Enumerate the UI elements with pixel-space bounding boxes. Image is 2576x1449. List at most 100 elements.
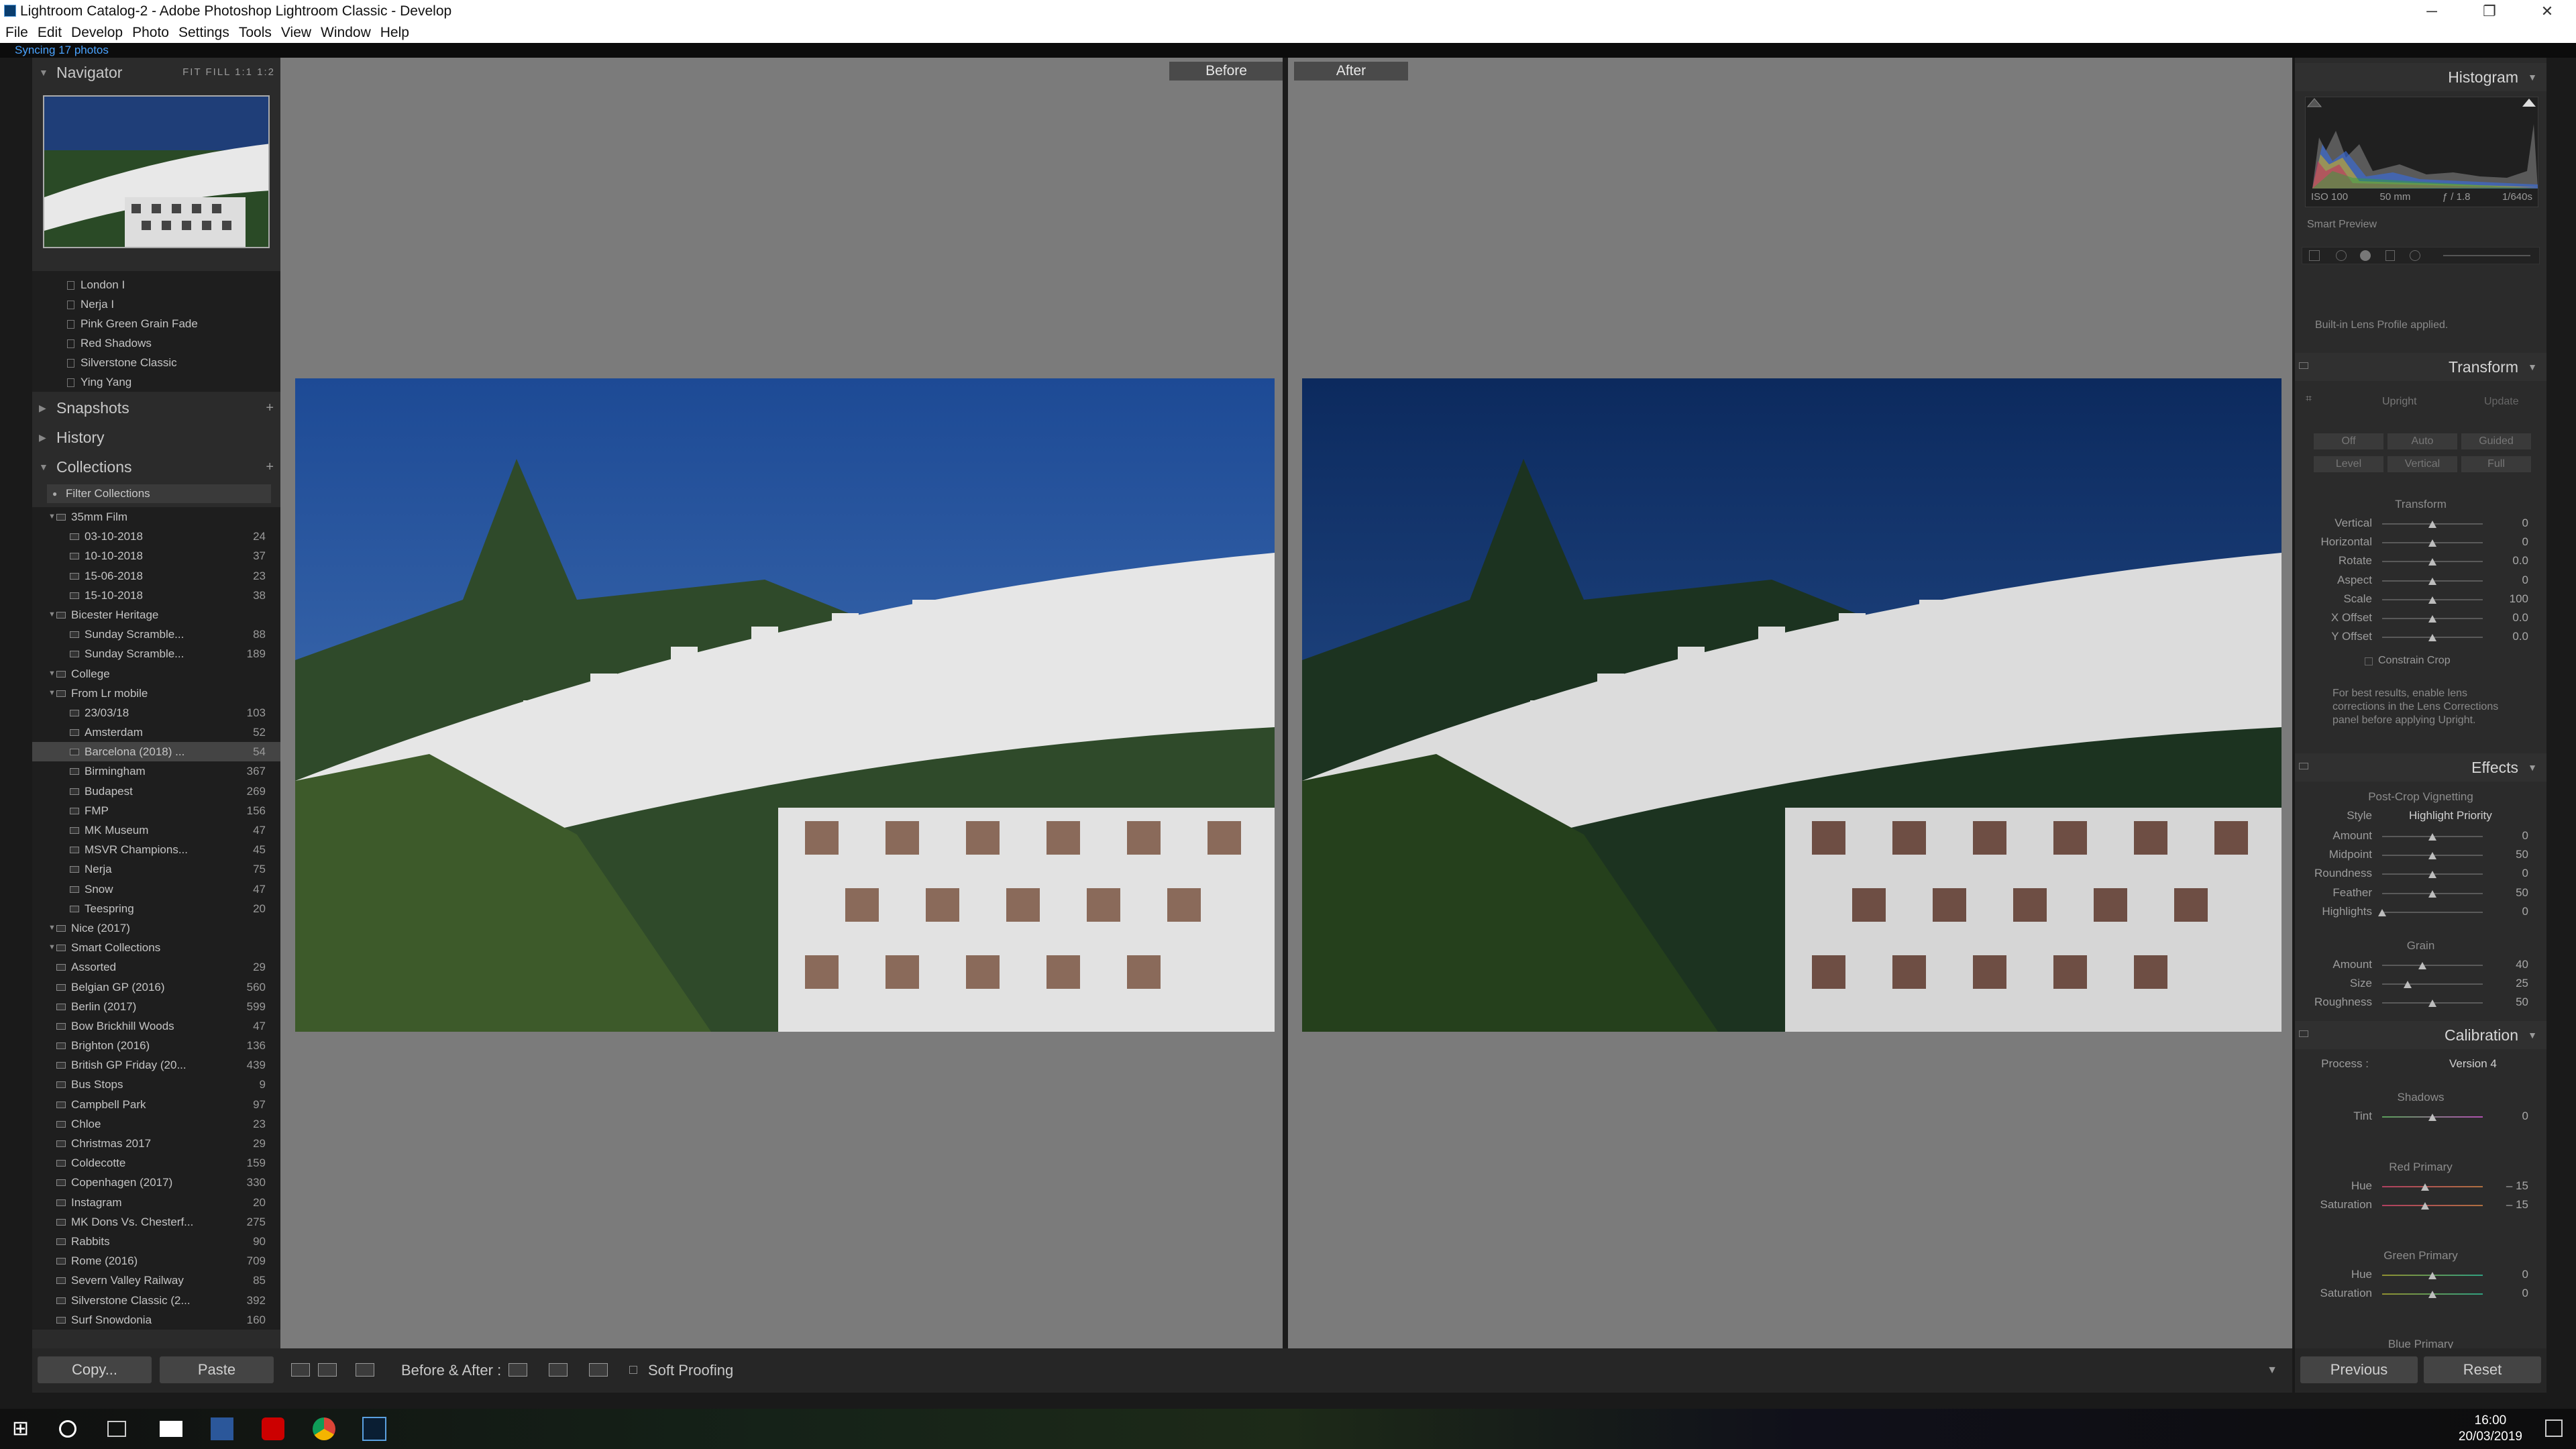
collections-header[interactable]: ▼ Collections +: [32, 452, 280, 482]
slider-knob[interactable]: [2428, 1114, 2436, 1121]
collection-row[interactable]: 15-06-2018 23: [32, 566, 280, 586]
collection-row[interactable]: Snow 47: [32, 879, 280, 899]
before-after-view-icon[interactable]: [356, 1363, 374, 1377]
paste-button[interactable]: Paste: [160, 1356, 274, 1383]
collection-row[interactable]: Budapest 269: [32, 782, 280, 801]
slider-knob[interactable]: [2428, 615, 2436, 623]
transform-header[interactable]: Transform ▼: [2295, 353, 2546, 381]
collection-row[interactable]: Rabbits 90: [32, 1232, 280, 1251]
reset-button[interactable]: Reset: [2424, 1356, 2541, 1383]
preset-item[interactable]: Pink Green Grain Fade: [32, 314, 280, 333]
upright-level-button[interactable]: Level: [2314, 456, 2383, 472]
vignette-style-select[interactable]: Highlight Priority: [2409, 809, 2492, 822]
start-icon[interactable]: ⊞: [12, 1415, 39, 1442]
slider-knob[interactable]: [2428, 1272, 2436, 1279]
previous-button[interactable]: Previous: [2300, 1356, 2418, 1383]
slider-value[interactable]: 0.0: [2496, 554, 2528, 568]
maximize-icon[interactable]: ❐: [2461, 0, 2518, 23]
soft-proofing-checkbox[interactable]: [629, 1366, 637, 1374]
slider-value[interactable]: – 15: [2496, 1198, 2528, 1212]
slider-track[interactable]: [2382, 1205, 2483, 1206]
slider-value[interactable]: 0: [2496, 535, 2528, 549]
menu-view[interactable]: View: [281, 23, 311, 43]
after-photo[interactable]: [1302, 378, 2282, 1032]
mail-icon[interactable]: [160, 1421, 182, 1437]
slider-knob[interactable]: [2378, 908, 2386, 916]
collection-row[interactable]: Campbell Park 97: [32, 1095, 280, 1114]
effects-header[interactable]: Effects ▼: [2295, 753, 2546, 782]
collection-row[interactable]: ▼ Smart Collections: [32, 938, 280, 957]
upright-guided-button[interactable]: Guided: [2461, 433, 2531, 449]
before-photo[interactable]: [295, 378, 1275, 1032]
collection-row[interactable]: 23/03/18 103: [32, 703, 280, 722]
menu-window[interactable]: Window: [321, 23, 371, 43]
slider-value[interactable]: – 15: [2496, 1179, 2528, 1193]
collection-row[interactable]: Assorted 29: [32, 957, 280, 977]
navigator-preview[interactable]: [43, 95, 270, 248]
collection-row[interactable]: Sunday Scramble... 88: [32, 625, 280, 644]
slider-knob[interactable]: [2420, 1183, 2429, 1191]
radial-filter-icon[interactable]: [2410, 250, 2420, 261]
slider-value[interactable]: 40: [2496, 958, 2528, 971]
constrain-crop-checkbox[interactable]: [2365, 657, 2373, 665]
slider-value[interactable]: 0: [2496, 829, 2528, 843]
slider-knob[interactable]: [2428, 833, 2436, 841]
copy-after-to-before-icon[interactable]: [549, 1363, 568, 1377]
navigator-zoom-options[interactable]: FIT FILL 1:1 1:2: [182, 58, 275, 87]
slider-knob[interactable]: [2403, 981, 2412, 988]
collection-row[interactable]: Chloe 23: [32, 1114, 280, 1134]
upright-off-button[interactable]: Off: [2314, 433, 2383, 449]
slider-value[interactable]: 25: [2496, 977, 2528, 990]
collection-row[interactable]: ▼ Nice (2017): [32, 918, 280, 938]
collection-row[interactable]: ▼ From Lr mobile: [32, 684, 280, 703]
slider-track[interactable]: [2382, 983, 2483, 985]
histogram-header[interactable]: Histogram ▼: [2295, 63, 2546, 91]
slider-knob[interactable]: [2428, 521, 2436, 528]
brush-slider[interactable]: [2443, 255, 2530, 256]
upright-full-button[interactable]: Full: [2461, 456, 2531, 472]
collection-row[interactable]: Copenhagen (2017) 330: [32, 1173, 280, 1192]
search-icon[interactable]: [59, 1420, 76, 1438]
collection-row[interactable]: 15-10-2018 38: [32, 586, 280, 605]
collection-row[interactable]: Birmingham 367: [32, 761, 280, 781]
collection-row[interactable]: ▼ College: [32, 664, 280, 684]
collection-row[interactable]: Silverstone Classic (2... 392: [32, 1291, 280, 1310]
slider-track[interactable]: [2382, 1186, 2483, 1187]
system-clock[interactable]: 16:00 20/03/2019: [2459, 1413, 2522, 1445]
collection-row[interactable]: British GP Friday (20... 439: [32, 1055, 280, 1075]
slider-value[interactable]: 50: [2496, 848, 2528, 861]
menu-help[interactable]: Help: [380, 23, 409, 43]
collection-row[interactable]: Instagram 20: [32, 1193, 280, 1212]
slider-value[interactable]: 0: [2496, 905, 2528, 918]
slider-track[interactable]: [2382, 911, 2483, 913]
menu-photo[interactable]: Photo: [132, 23, 169, 43]
collection-row[interactable]: ▼ 35mm Film: [32, 507, 280, 527]
collection-row[interactable]: Barcelona (2018) ... 54: [32, 742, 280, 762]
slider-value[interactable]: 50: [2496, 886, 2528, 900]
snapshots-header[interactable]: ▶ Snapshots +: [32, 393, 280, 423]
slider-value[interactable]: 0: [2496, 574, 2528, 587]
update-button[interactable]: Update: [2484, 396, 2519, 408]
copy-button[interactable]: Copy...: [38, 1356, 152, 1383]
collection-row[interactable]: Surf Snowdonia 160: [32, 1310, 280, 1330]
process-version-select[interactable]: Version 4: [2449, 1057, 2497, 1071]
slider-value[interactable]: 50: [2496, 996, 2528, 1009]
panel-toggle-icon[interactable]: [2299, 763, 2308, 769]
slider-knob[interactable]: [2418, 962, 2426, 969]
app-red-icon[interactable]: [262, 1417, 284, 1440]
collection-row[interactable]: Teespring 20: [32, 899, 280, 918]
expand-triangle-icon[interactable]: ▼: [48, 605, 56, 625]
collection-row[interactable]: Belgian GP (2016) 560: [32, 977, 280, 997]
slider-value[interactable]: 0.0: [2496, 611, 2528, 625]
histogram-graph[interactable]: ISO 100 50 mm ƒ / 1.8 1/640s: [2305, 97, 2538, 207]
calibration-header[interactable]: Calibration ▼: [2295, 1021, 2546, 1049]
slider-knob[interactable]: [2428, 539, 2436, 547]
lightroom-taskbar-icon[interactable]: [362, 1417, 386, 1441]
slider-knob[interactable]: [2428, 852, 2436, 860]
slider-value[interactable]: 100: [2496, 592, 2528, 606]
collection-row[interactable]: Rome (2016) 709: [32, 1251, 280, 1271]
upright-vertical-button[interactable]: Vertical: [2387, 456, 2457, 472]
compare-view-icon[interactable]: [318, 1363, 337, 1377]
slider-knob[interactable]: [2428, 596, 2436, 604]
slider-knob[interactable]: [2420, 1202, 2429, 1210]
